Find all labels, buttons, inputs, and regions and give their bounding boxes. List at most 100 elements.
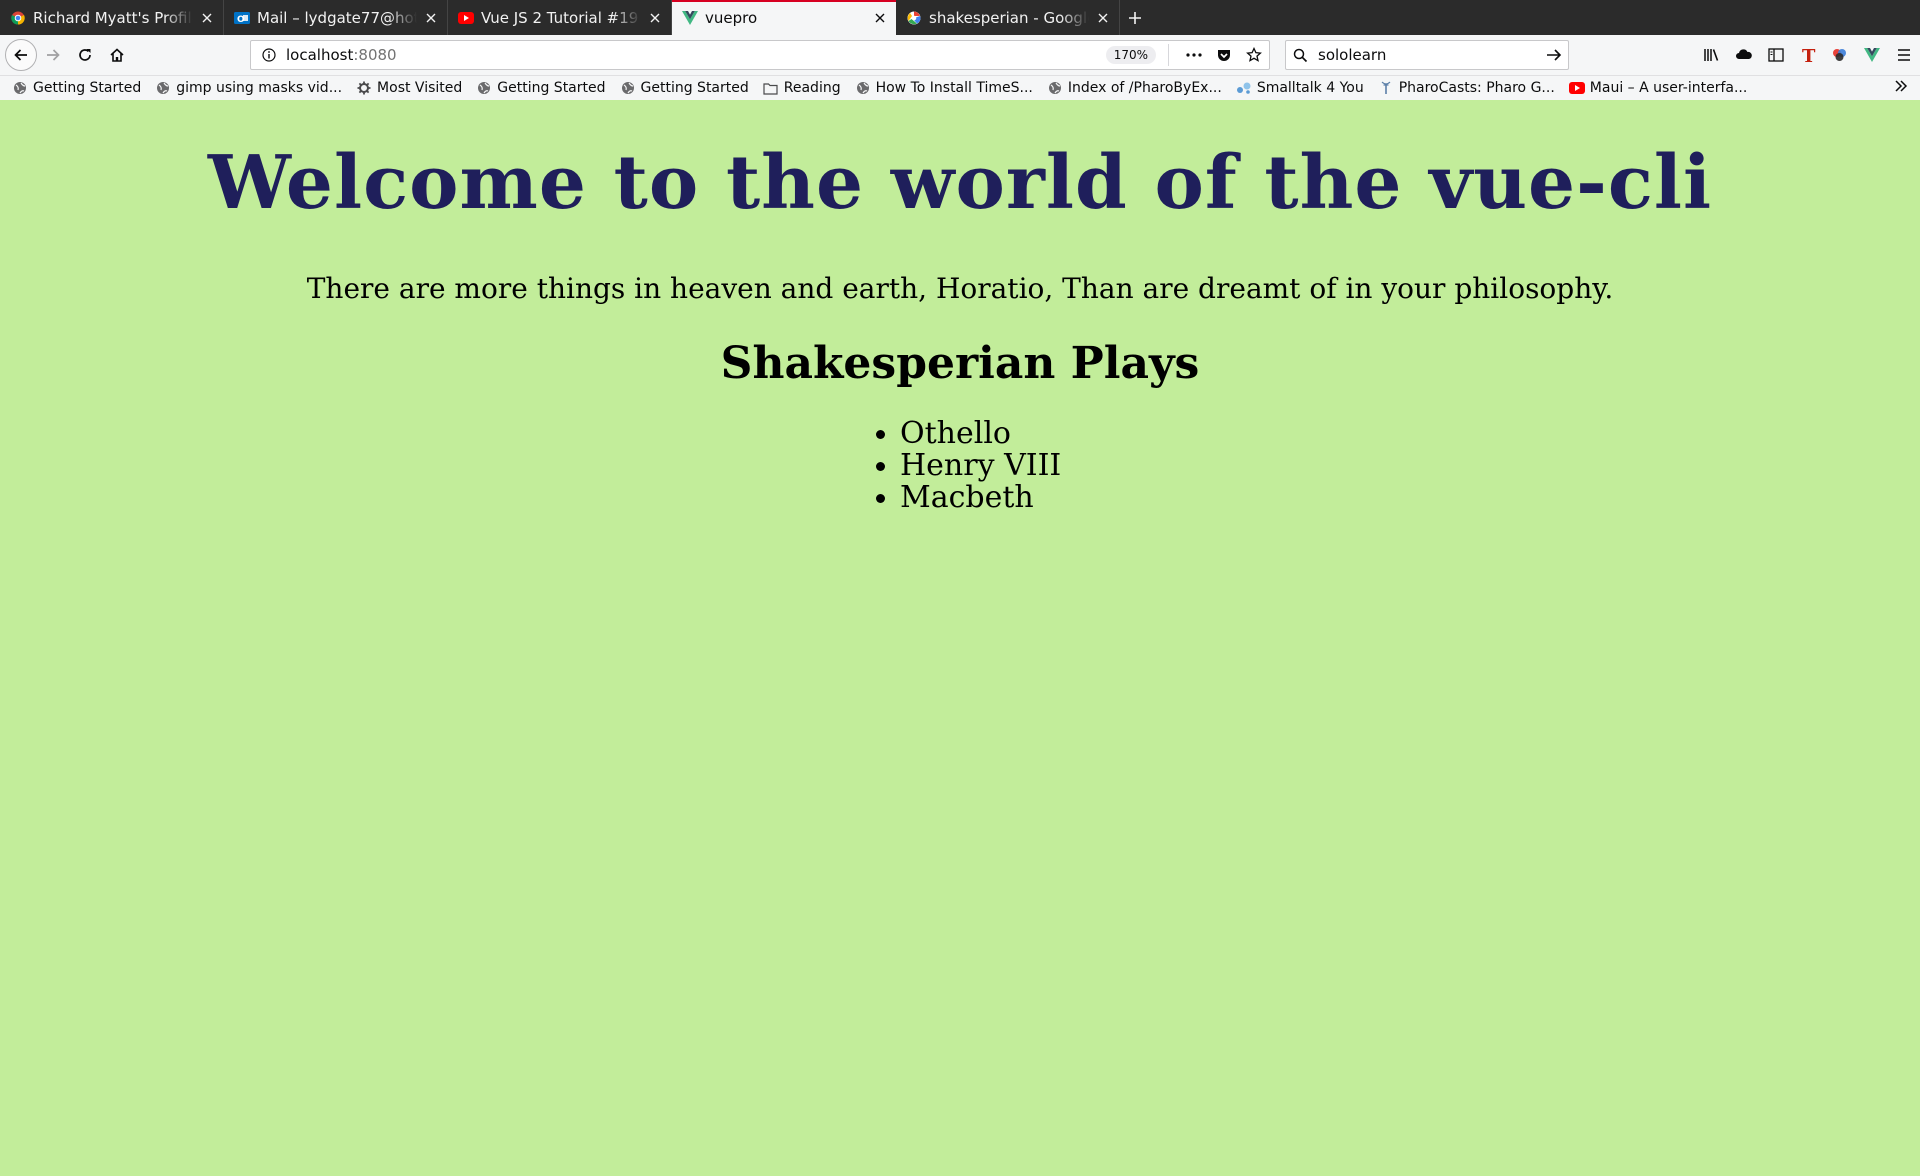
outlook-icon: O xyxy=(234,10,250,26)
gear-icon xyxy=(356,80,372,96)
smalltalk-icon xyxy=(1236,80,1252,96)
menu-button[interactable] xyxy=(1888,39,1920,71)
pocket-button[interactable] xyxy=(1209,47,1239,63)
back-arrow-icon xyxy=(14,49,27,61)
globe-icon xyxy=(1047,80,1063,96)
tab-richard-myatt-profile[interactable]: Richard Myatt's Profile o xyxy=(0,0,224,35)
tab-vue-tutorial[interactable]: Vue JS 2 Tutorial #19 - N xyxy=(448,0,672,35)
svg-text:T: T xyxy=(1802,46,1816,64)
info-icon[interactable] xyxy=(258,48,280,62)
tab-title: Vue JS 2 Tutorial #19 - N xyxy=(481,8,641,27)
tab-title: vuepro xyxy=(705,8,758,27)
tab-strip: Richard Myatt's Profile o O Mail – lydga… xyxy=(0,0,1920,35)
bookmark-item[interactable]: How To Install TimeS... xyxy=(855,80,1033,96)
bookmark-item[interactable]: Getting Started xyxy=(476,80,606,96)
library-button[interactable] xyxy=(1696,39,1728,71)
zoom-indicator[interactable]: 170% xyxy=(1105,46,1156,64)
search-icon xyxy=(1286,48,1314,63)
arrow-right-icon xyxy=(1547,49,1562,61)
sidebar-button[interactable] xyxy=(1760,39,1792,71)
chrome-like-icon xyxy=(10,10,26,26)
tab-vuepro[interactable]: vuepro xyxy=(672,0,896,35)
bookmarks-toolbar: Getting Started gimp using masks vid... … xyxy=(0,76,1920,101)
globe-icon xyxy=(855,80,871,96)
extension-t-button[interactable]: T xyxy=(1792,39,1824,71)
tab-title: shakesperian - Google Se xyxy=(929,8,1089,27)
bookmark-item[interactable]: Most Visited xyxy=(356,80,462,96)
search-input[interactable]: sololearn xyxy=(1318,46,1540,64)
pharo-icon xyxy=(1378,80,1394,96)
library-icon xyxy=(1704,49,1719,61)
color-circles-icon xyxy=(1833,49,1846,61)
globe-icon xyxy=(155,80,171,96)
page-content: Welcome to the world of the vue-cli Ther… xyxy=(0,100,1920,1176)
bookmark-star-button[interactable] xyxy=(1239,47,1269,63)
back-button[interactable] xyxy=(5,39,37,71)
plus-icon xyxy=(1129,11,1141,24)
forward-arrow-icon xyxy=(47,49,60,61)
bookmark-item[interactable]: Getting Started xyxy=(12,80,141,96)
vue-devtools-button[interactable] xyxy=(1856,39,1888,71)
pocket-icon xyxy=(1218,50,1230,61)
home-icon xyxy=(110,48,124,62)
list-item: Macbeth xyxy=(875,482,1061,514)
forward-button[interactable] xyxy=(37,39,69,71)
bookmark-label: Reading xyxy=(783,80,841,96)
google-icon xyxy=(906,10,922,26)
reload-button[interactable] xyxy=(69,39,101,71)
bookmark-item[interactable]: gimp using masks vid... xyxy=(155,80,342,96)
page-actions-button[interactable] xyxy=(1179,53,1209,57)
bookmark-label: gimp using masks vid... xyxy=(176,80,343,96)
home-button[interactable] xyxy=(101,39,133,71)
plays-list: Othello Henry VIII Macbeth xyxy=(875,418,1062,514)
url-host: localhost xyxy=(286,46,354,64)
globe-icon xyxy=(476,80,492,96)
close-icon[interactable] xyxy=(199,10,215,26)
bookmark-label: Index of /PharoByEx... xyxy=(1067,80,1222,96)
hamlet-quote: There are more things in heaven and eart… xyxy=(306,272,1614,305)
close-icon[interactable] xyxy=(647,10,663,26)
tab-mail[interactable]: O Mail – lydgate77@hotma xyxy=(224,0,448,35)
bookmark-item[interactable]: PharoCasts: Pharo G... xyxy=(1378,80,1555,96)
letter-t-icon: T xyxy=(1802,46,1816,64)
bookmark-item[interactable]: Maui – A user-interfa... xyxy=(1568,80,1748,96)
chevron-double-right-icon xyxy=(1895,80,1908,92)
divider xyxy=(1168,44,1169,66)
cloud-icon xyxy=(1736,49,1752,59)
globe-icon xyxy=(12,80,28,96)
plays-heading: Shakesperian Plays xyxy=(720,338,1200,389)
bookmark-item[interactable]: Getting Started xyxy=(620,80,749,96)
bookmark-label: Getting Started xyxy=(640,80,749,96)
bookmark-label: Maui – A user-interfa... xyxy=(1589,80,1748,96)
new-tab-button[interactable] xyxy=(1120,0,1150,35)
extension-colors-button[interactable] xyxy=(1824,39,1856,71)
toolbar-right: T xyxy=(1696,39,1920,71)
bookmark-label: Getting Started xyxy=(33,80,142,96)
search-go-button[interactable] xyxy=(1540,48,1568,62)
sync-button[interactable] xyxy=(1728,39,1760,71)
bookmark-folder[interactable]: Reading xyxy=(763,80,841,96)
bookmark-item[interactable]: Index of /PharoByEx... xyxy=(1047,80,1222,96)
list-item: Henry VIII xyxy=(875,448,1062,483)
bookmark-label: How To Install TimeS... xyxy=(875,80,1033,96)
bookmark-label: Smalltalk 4 You xyxy=(1256,80,1364,96)
bookmark-label: Getting Started xyxy=(497,80,606,96)
page-title: Welcome to the world of the vue-cli xyxy=(207,140,1713,226)
url-port: :8080 xyxy=(353,46,397,64)
vue-icon xyxy=(682,10,698,26)
youtube-icon xyxy=(458,10,474,26)
bookmarks-overflow-button[interactable] xyxy=(1894,79,1908,97)
bookmark-item[interactable]: Smalltalk 4 You xyxy=(1236,80,1364,96)
search-bar[interactable]: sololearn xyxy=(1285,40,1569,70)
navigation-toolbar: localhost:8080 170% sololearn T xyxy=(0,35,1920,76)
url-bar[interactable]: localhost:8080 170% xyxy=(250,40,1270,70)
bookmark-label: Most Visited xyxy=(377,80,463,96)
folder-icon xyxy=(763,80,779,96)
globe-icon xyxy=(620,80,636,96)
close-icon[interactable] xyxy=(423,10,439,26)
reload-icon xyxy=(79,49,91,61)
tab-shakesperian-google[interactable]: shakesperian - Google Se xyxy=(896,0,1120,35)
sidebar-icon xyxy=(1768,48,1784,62)
close-icon[interactable] xyxy=(1095,10,1111,26)
close-icon[interactable] xyxy=(872,10,888,26)
